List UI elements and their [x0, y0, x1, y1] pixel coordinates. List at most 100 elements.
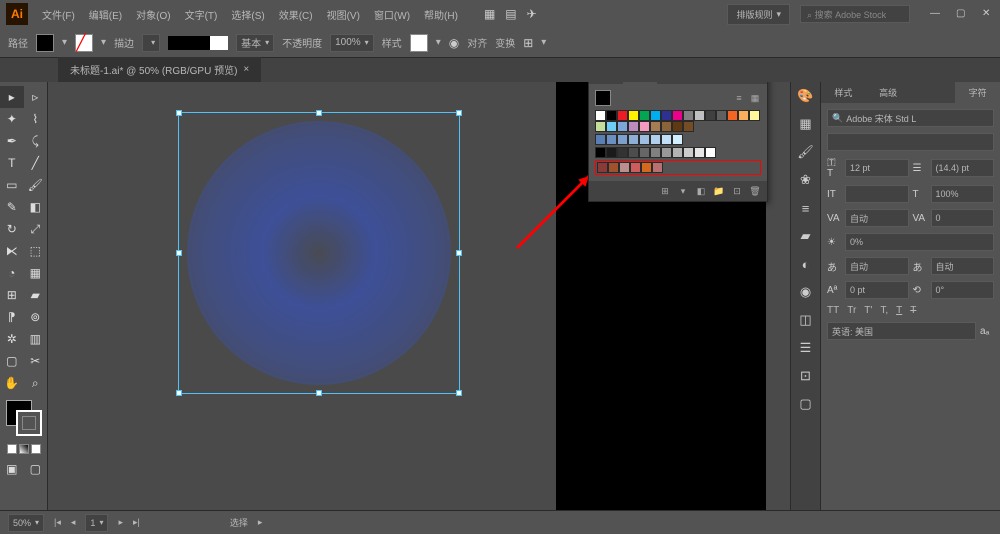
superscript-button[interactable]: T'	[864, 305, 872, 316]
small-caps-button[interactable]: Tr	[847, 305, 856, 316]
swatch-kind-icon[interactable]: ▾	[677, 185, 689, 197]
artboard-tool[interactable]: ▢	[0, 350, 24, 372]
nav-last-icon[interactable]: ▸|	[133, 517, 140, 528]
menu-type[interactable]: 文字(T)	[179, 3, 224, 26]
font-family-field[interactable]: 🔍Adobe 宋体 Std L	[827, 109, 994, 127]
strikethrough-button[interactable]: T	[910, 305, 916, 316]
direct-selection-tool[interactable]: ▹	[24, 86, 48, 108]
arrange-icon[interactable]: ✈	[527, 7, 537, 21]
gradient-panel-icon[interactable]: ▰	[796, 226, 816, 246]
stroke-panel-icon[interactable]: ≡	[796, 198, 816, 218]
swatch-item[interactable]	[641, 162, 652, 173]
swatch-item[interactable]	[683, 121, 694, 132]
transform-label[interactable]: 变换	[495, 35, 515, 50]
color-mode-none[interactable]	[31, 444, 41, 454]
transparency-panel-icon[interactable]: ◐	[796, 254, 816, 274]
eraser-tool[interactable]: ◧	[24, 196, 48, 218]
underline-button[interactable]: T	[896, 305, 902, 316]
current-fill-swatch[interactable]	[595, 90, 611, 106]
swatch-item[interactable]	[617, 121, 628, 132]
swatch-item[interactable]	[595, 134, 606, 145]
hscale-field[interactable]: 100%	[931, 185, 995, 203]
swatch-lib-icon[interactable]: ⊞	[659, 185, 671, 197]
list-view-icon[interactable]: ≡	[733, 92, 745, 104]
baseline-field[interactable]: 0%	[845, 233, 994, 251]
stroke-box[interactable]	[16, 410, 42, 436]
selection-tool[interactable]: ▸	[0, 86, 24, 108]
auto1-field[interactable]: 自动	[845, 257, 909, 275]
brush-display[interactable]	[168, 36, 228, 50]
handle-se[interactable]	[456, 390, 462, 396]
stroke-swatch[interactable]: ╱	[75, 34, 93, 52]
language-field[interactable]: 英语: 美国	[827, 322, 976, 340]
swatch-item[interactable]	[606, 121, 617, 132]
swatch-item[interactable]	[705, 147, 716, 158]
tracking-field[interactable]: 0	[931, 209, 995, 227]
curvature-tool[interactable]: ⤹	[24, 130, 48, 152]
swatch-item[interactable]	[628, 110, 639, 121]
rotation-field[interactable]: 0°	[931, 281, 995, 299]
screen-mode-normal[interactable]: ▣	[0, 458, 24, 480]
search-input[interactable]: ⌕ 搜索 Adobe Stock	[800, 5, 910, 23]
font-style-field[interactable]	[827, 133, 994, 151]
swatch-item[interactable]	[672, 110, 683, 121]
symbols-panel-icon[interactable]: ❀	[796, 170, 816, 190]
column-graph-tool[interactable]: ▥	[24, 328, 48, 350]
close-button[interactable]: ✕	[982, 8, 994, 20]
baseline-shift-field[interactable]: 0 pt	[845, 281, 909, 299]
menu-select[interactable]: 选择(S)	[225, 3, 270, 26]
all-caps-button[interactable]: TT	[827, 305, 839, 316]
artboard-nav-field[interactable]: 1	[85, 514, 108, 532]
menu-window[interactable]: 窗口(W)	[368, 3, 416, 26]
status-more-icon[interactable]: ▸	[258, 517, 263, 528]
graphic-style-swatch[interactable]	[410, 34, 428, 52]
fill-stroke-control[interactable]	[6, 400, 42, 436]
fill-dropdown-icon[interactable]: ▾	[62, 37, 67, 48]
menu-file[interactable]: 文件(F)	[36, 3, 81, 26]
align-label[interactable]: 对齐	[467, 35, 487, 50]
swatch-item[interactable]	[727, 110, 738, 121]
swatch-item[interactable]	[630, 162, 641, 173]
magic-wand-tool[interactable]: ✦	[0, 108, 24, 130]
swatch-item[interactable]	[606, 110, 617, 121]
swatch-item[interactable]	[661, 147, 672, 158]
swatch-item[interactable]	[661, 110, 672, 121]
swatch-item[interactable]	[716, 110, 727, 121]
swatch-item[interactable]	[595, 121, 606, 132]
panel-menu-icon[interactable]: ≡	[746, 82, 767, 84]
grid-view-icon[interactable]: ▦	[749, 92, 761, 104]
mesh-tool[interactable]: ⊞	[0, 284, 24, 306]
slice-tool[interactable]: ✂	[24, 350, 48, 372]
screen-mode-full[interactable]: ▢	[24, 458, 48, 480]
pen-tool[interactable]: ✒	[0, 130, 24, 152]
options-more-icon[interactable]: ▾	[541, 37, 546, 48]
swatch-item[interactable]	[738, 110, 749, 121]
new-swatch-icon[interactable]: ⊡	[731, 185, 743, 197]
swatch-item[interactable]	[639, 134, 650, 145]
shape-builder-tool[interactable]: ◔	[0, 262, 24, 284]
swatch-item[interactable]	[639, 147, 650, 158]
minimize-button[interactable]: —	[930, 8, 942, 20]
swatch-item[interactable]	[683, 147, 694, 158]
blend-tool[interactable]: ⊚	[24, 306, 48, 328]
swatch-options-icon[interactable]: ◧	[695, 185, 707, 197]
swatch-item[interactable]	[672, 134, 683, 145]
menu-edit[interactable]: 编辑(E)	[83, 3, 128, 26]
stroke-dropdown-icon[interactable]: ▾	[101, 37, 106, 48]
stock-icon[interactable]: ▤	[505, 7, 516, 21]
bridge-icon[interactable]: ▦	[484, 7, 495, 21]
lasso-tool[interactable]: ⌇	[24, 108, 48, 130]
layout-dropdown[interactable]: 排版规则 ▾	[727, 4, 790, 25]
swatch-item[interactable]	[661, 121, 672, 132]
anti-alias-icon[interactable]: aₐ	[980, 326, 994, 337]
rectangle-tool[interactable]: ▭	[0, 174, 24, 196]
swatch-item[interactable]	[694, 147, 705, 158]
free-transform-tool[interactable]: ⬚	[24, 240, 48, 262]
swatch-item[interactable]	[628, 147, 639, 158]
shaper-tool[interactable]: ✎	[0, 196, 24, 218]
tab-advanced[interactable]: 高级	[866, 82, 911, 103]
new-group-icon[interactable]: 📁	[713, 185, 725, 197]
color-mode-gradient[interactable]	[19, 444, 29, 454]
stroke-weight-field[interactable]	[142, 34, 160, 52]
swatch-item[interactable]	[705, 110, 716, 121]
